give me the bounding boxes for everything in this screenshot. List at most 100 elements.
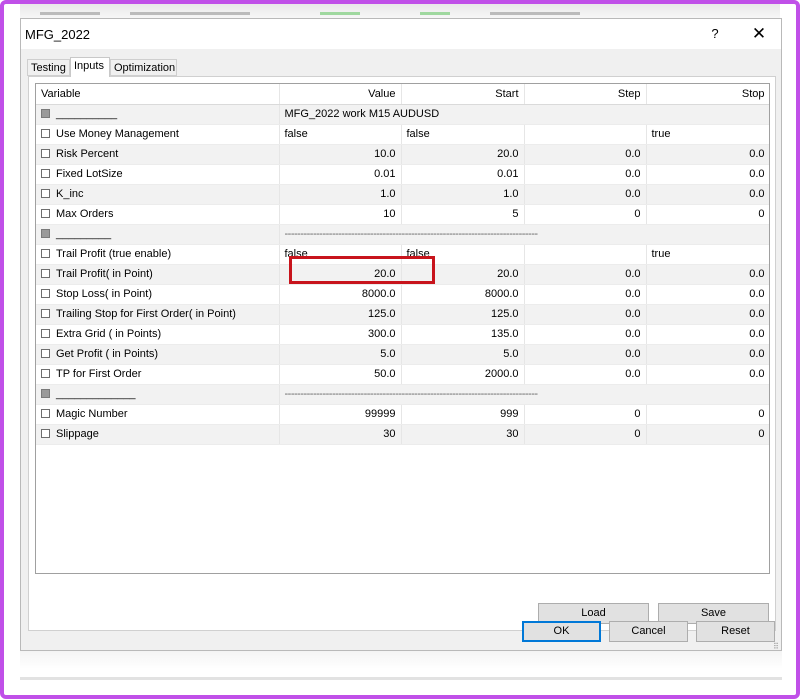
variable-cell[interactable]: Stop Loss( in Point) (36, 284, 280, 305)
variable-cell[interactable]: Magic Number (36, 404, 280, 425)
stop-cell[interactable]: 0.0 (646, 184, 769, 205)
optimize-checkbox-icon[interactable] (41, 129, 50, 138)
column-header-start[interactable]: Start (401, 84, 525, 105)
optimize-checkbox-icon[interactable] (41, 349, 50, 358)
value-cell[interactable]: 10 (279, 204, 402, 225)
inputs-grid[interactable]: Variable Value Start Step Stop _________… (35, 83, 770, 574)
step-cell[interactable]: 0.0 (524, 164, 647, 185)
stop-cell[interactable]: 0.0 (646, 284, 769, 305)
table-row[interactable]: Trail Profit( in Point) 20.0 20.0 0.0 0.0 (36, 264, 769, 285)
help-button[interactable]: ? (707, 25, 723, 43)
optimize-checkbox-icon[interactable] (41, 149, 50, 158)
variable-cell[interactable]: Risk Percent (36, 144, 280, 165)
optimize-checkbox-icon[interactable] (41, 169, 50, 178)
optimize-checkbox-icon[interactable] (41, 369, 50, 378)
stop-cell[interactable]: 0 (646, 424, 769, 445)
stop-cell[interactable]: true (646, 244, 769, 265)
variable-cell[interactable]: Use Money Management (36, 124, 280, 145)
step-cell[interactable]: 0 (524, 204, 647, 225)
table-row[interactable]: Magic Number 99999 999 0 0 (36, 404, 769, 425)
start-cell[interactable]: 8000.0 (401, 284, 525, 305)
optimize-checkbox-icon[interactable] (41, 209, 50, 218)
step-cell[interactable]: 0.0 (524, 324, 647, 345)
tab-inputs[interactable]: Inputs (70, 57, 110, 77)
start-cell[interactable]: 20.0 (401, 264, 525, 285)
optimize-checkbox-icon[interactable] (41, 409, 50, 418)
step-cell[interactable] (524, 244, 647, 265)
step-cell[interactable]: 0 (524, 404, 647, 425)
variable-cell[interactable]: _________ (36, 224, 280, 245)
table-row[interactable]: Trailing Stop for First Order( in Point)… (36, 304, 769, 325)
separator-row[interactable]: __________ MFG_2022 work M15 AUDUSD (36, 104, 769, 125)
step-cell[interactable]: 0.0 (524, 364, 647, 385)
value-cell[interactable]: 99999 (279, 404, 402, 425)
value-cell[interactable]: 5.0 (279, 344, 402, 365)
stop-cell[interactable]: 0.0 (646, 264, 769, 285)
stop-cell[interactable]: 0.0 (646, 324, 769, 345)
separator-row[interactable]: _________ -------------------------------… (36, 224, 769, 245)
optimize-checkbox-icon[interactable] (41, 329, 50, 338)
table-row[interactable]: Trail Profit (true enable) false false true (36, 244, 769, 265)
column-header-step[interactable]: Step (524, 84, 647, 105)
stop-cell[interactable]: 0.0 (646, 144, 769, 165)
cancel-button[interactable]: Cancel (609, 621, 688, 642)
table-row[interactable]: Stop Loss( in Point) 8000.0 8000.0 0.0 0.0 (36, 284, 769, 305)
table-row[interactable]: Slippage 30 30 0 0 (36, 424, 769, 445)
value-cell[interactable]: 125.0 (279, 304, 402, 325)
table-row[interactable]: Max Orders 10 5 0 0 (36, 204, 769, 225)
table-row[interactable]: Fixed LotSize 0.01 0.01 0.0 0.0 (36, 164, 769, 185)
start-cell[interactable]: 1.0 (401, 184, 525, 205)
value-cell[interactable]: 30 (279, 424, 402, 445)
value-cell[interactable]: 50.0 (279, 364, 402, 385)
separator-row[interactable]: _____________ ---------------------------… (36, 384, 769, 405)
step-cell[interactable]: 0.0 (524, 344, 647, 365)
optimize-checkbox-icon[interactable] (41, 269, 50, 278)
start-cell[interactable]: 30 (401, 424, 525, 445)
variable-cell[interactable]: __________ (36, 104, 280, 125)
value-cell[interactable]: 10.0 (279, 144, 402, 165)
stop-cell[interactable]: 0.0 (646, 344, 769, 365)
optimize-checkbox-icon[interactable] (41, 309, 50, 318)
variable-cell[interactable]: Trailing Stop for First Order( in Point) (36, 304, 280, 325)
tab-testing[interactable]: Testing (27, 59, 70, 76)
separator-value-cell[interactable]: ----------------------------------------… (279, 224, 769, 245)
start-cell[interactable]: 5 (401, 204, 525, 225)
variable-cell[interactable]: Slippage (36, 424, 280, 445)
variable-cell[interactable]: Fixed LotSize (36, 164, 280, 185)
ok-button[interactable]: OK (522, 621, 601, 642)
stop-cell[interactable]: 0.0 (646, 304, 769, 325)
close-button[interactable]: ✕ (749, 24, 769, 44)
reset-button[interactable]: Reset (696, 621, 775, 642)
optimize-checkbox-icon[interactable] (41, 289, 50, 298)
stop-cell[interactable]: 0.0 (646, 164, 769, 185)
value-cell[interactable]: 1.0 (279, 184, 402, 205)
variable-cell[interactable]: TP for First Order (36, 364, 280, 385)
stop-cell[interactable]: 0 (646, 204, 769, 225)
column-header-stop[interactable]: Stop (646, 84, 769, 105)
resize-grip-icon[interactable]: ⠿ (773, 643, 781, 651)
start-cell[interactable]: false (401, 244, 525, 265)
variable-cell[interactable]: Get Profit ( in Points) (36, 344, 280, 365)
column-header-variable[interactable]: Variable (36, 84, 280, 105)
step-cell[interactable]: 0.0 (524, 284, 647, 305)
stop-cell[interactable]: 0 (646, 404, 769, 425)
start-cell[interactable]: false (401, 124, 525, 145)
start-cell[interactable]: 20.0 (401, 144, 525, 165)
optimize-checkbox-icon[interactable] (41, 429, 50, 438)
separator-value-cell[interactable]: ----------------------------------------… (279, 384, 769, 405)
separator-value-cell[interactable]: MFG_2022 work M15 AUDUSD (279, 104, 769, 125)
table-row[interactable]: K_inc 1.0 1.0 0.0 0.0 (36, 184, 769, 205)
variable-cell[interactable]: Extra Grid ( in Points) (36, 324, 280, 345)
value-cell[interactable]: false (279, 124, 402, 145)
start-cell[interactable]: 999 (401, 404, 525, 425)
value-cell[interactable]: 300.0 (279, 324, 402, 345)
step-cell[interactable]: 0.0 (524, 264, 647, 285)
value-cell[interactable]: 20.0 (279, 264, 402, 285)
step-cell[interactable]: 0.0 (524, 144, 647, 165)
step-cell[interactable]: 0 (524, 424, 647, 445)
step-cell[interactable]: 0.0 (524, 304, 647, 325)
optimize-checkbox-icon[interactable] (41, 249, 50, 258)
stop-cell[interactable]: true (646, 124, 769, 145)
optimize-checkbox-icon[interactable] (41, 189, 50, 198)
table-row[interactable]: Extra Grid ( in Points) 300.0 135.0 0.0 0.0 (36, 324, 769, 345)
